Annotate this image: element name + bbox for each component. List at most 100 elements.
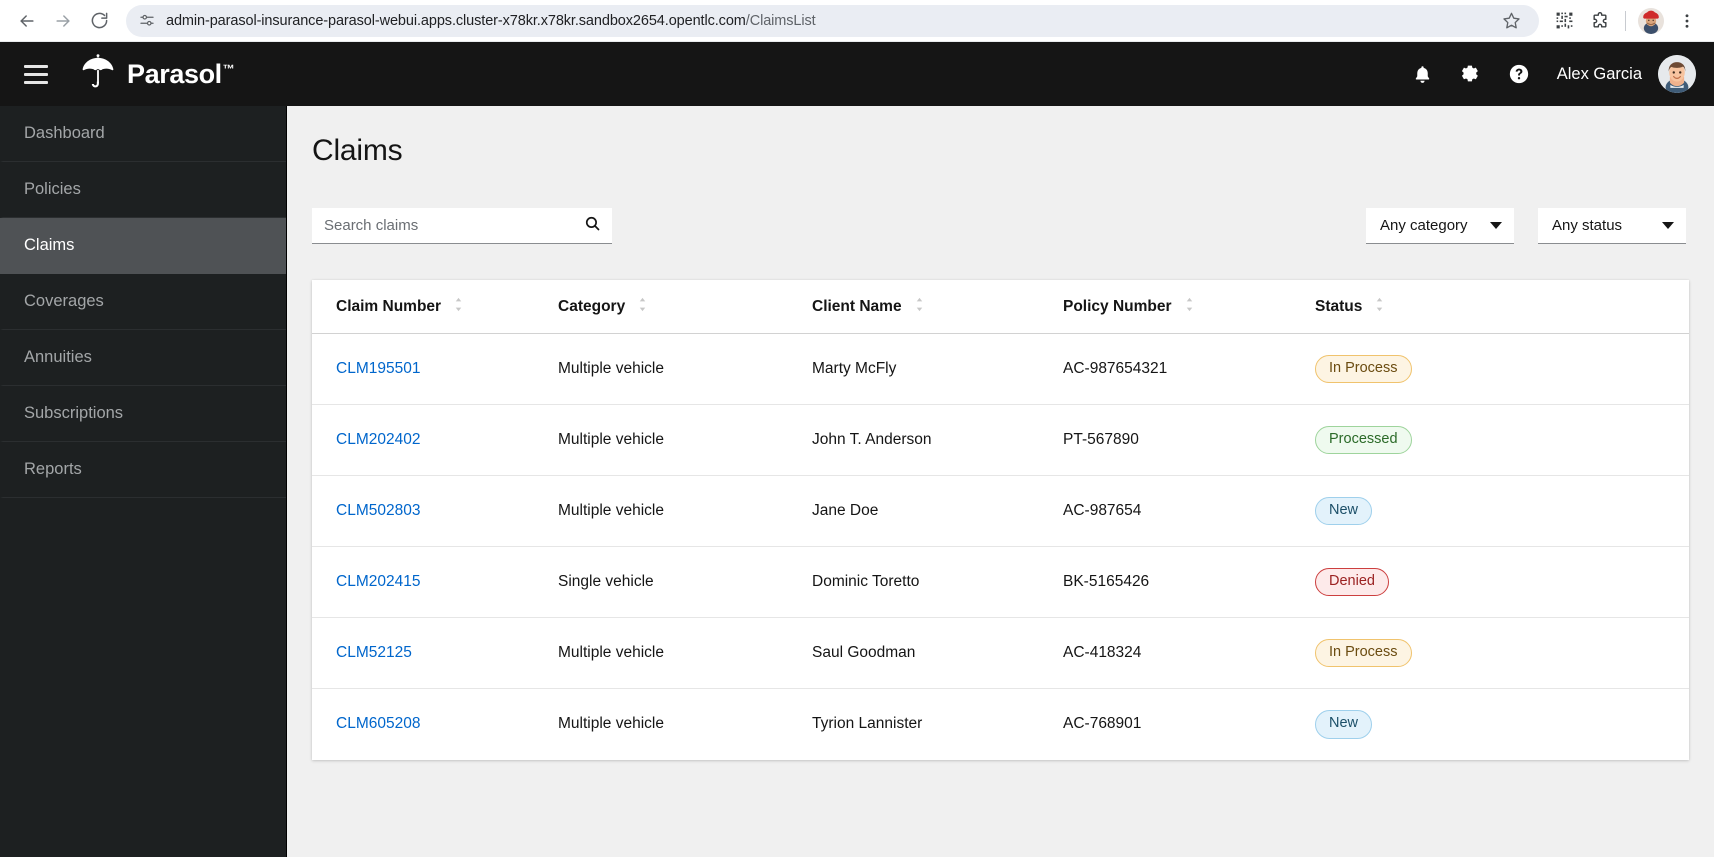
search-input[interactable] (324, 217, 584, 234)
cell-policy-number: PT-567890 (1063, 404, 1315, 476)
status-badge: In Process (1315, 638, 1412, 668)
sort-icon[interactable] (453, 297, 464, 317)
app-header: Parasol™ Alex Garcia (0, 42, 1714, 106)
browser-back-button[interactable] (10, 4, 44, 38)
column-header-label: Claim Number (336, 298, 442, 315)
claim-number-link[interactable]: CLM605208 (336, 715, 420, 732)
browser-toolbar: admin-parasol-insurance-parasol-webui.ap… (0, 0, 1714, 42)
site-settings-icon[interactable] (138, 12, 156, 30)
cell-policy-number: AC-418324 (1063, 617, 1315, 689)
column-header-client-name[interactable]: Client Name (812, 280, 1063, 334)
sidebar-item-claims[interactable]: Claims (0, 218, 286, 274)
claim-number-link[interactable]: CLM202415 (336, 573, 420, 590)
sidebar-item-subscriptions[interactable]: Subscriptions (0, 386, 286, 442)
browser-forward-button[interactable] (46, 4, 80, 38)
cell-client-name: Tyrion Lannister (812, 715, 923, 733)
claim-number-link[interactable]: CLM52125 (336, 644, 412, 661)
cell-category: Multiple vehicle (558, 715, 664, 733)
search-icon[interactable] (584, 215, 601, 237)
user-name[interactable]: Alex Garcia (1557, 65, 1642, 84)
sort-icon[interactable] (914, 297, 925, 317)
help-circle-icon[interactable] (1495, 50, 1543, 98)
sidebar-item-label: Policies (24, 180, 81, 198)
sidebar-item-label: Annuities (24, 348, 92, 366)
three-dot-menu-icon[interactable] (1670, 4, 1704, 38)
category-filter-dropdown[interactable]: Any category (1366, 208, 1514, 244)
hamburger-menu-icon[interactable] (14, 52, 58, 96)
qr-code-icon[interactable] (1547, 4, 1581, 38)
column-header-policy-number[interactable]: Policy Number (1063, 280, 1315, 334)
cell-category: Multiple vehicle (558, 333, 812, 405)
cell-claim-number: CLM502803 (312, 475, 558, 547)
user-avatar-icon[interactable] (1658, 55, 1696, 93)
table-row[interactable]: CLM502803 Multiple vehicle Jane Doe AC-9876… (312, 475, 1689, 547)
url-text: admin-parasol-insurance-parasol-webui.ap… (166, 13, 816, 29)
sidebar-item-label: Reports (24, 460, 82, 478)
sort-icon[interactable] (637, 297, 648, 317)
cell-status: New (1315, 475, 1689, 547)
status-badge: New (1315, 709, 1373, 739)
cell-client-name: Dominic Toretto (812, 546, 1063, 618)
status-filter-dropdown[interactable]: Any status (1538, 208, 1686, 244)
table-row[interactable]: CLM195501 Multiple vehicle Marty McFly AC-9… (312, 333, 1689, 405)
claims-toolbar: Any category Any status (287, 168, 1714, 244)
page-title: Claims (312, 134, 403, 167)
column-header-category[interactable]: Category (558, 280, 812, 334)
address-bar[interactable]: admin-parasol-insurance-parasol-webui.ap… (126, 4, 1539, 37)
cell-claim-number: CLM202402 (312, 404, 558, 476)
cell-category: Single vehicle (558, 546, 812, 618)
category-filter-label: Any category (1380, 217, 1468, 234)
url-host: admin-parasol-insurance-parasol-webui.ap… (166, 12, 746, 29)
column-header-label: Policy Number (1063, 298, 1172, 315)
sidebar-item-reports[interactable]: Reports (0, 442, 286, 498)
sort-icon[interactable] (1184, 297, 1195, 317)
sidebar-item-dashboard[interactable]: Dashboard (0, 106, 286, 162)
sort-icon[interactable] (1374, 297, 1385, 317)
cell-claim-number: CLM52125 (312, 617, 558, 689)
bell-icon[interactable] (1399, 50, 1447, 98)
umbrella-logo-icon (78, 52, 118, 97)
cell-category: Multiple vehicle (558, 404, 812, 476)
table-row[interactable]: CLM202402 Multiple vehicle John T. Anderso… (312, 404, 1689, 476)
cell-policy-number: AC-987654321 (1063, 333, 1315, 405)
sidebar-item-coverages[interactable]: Coverages (0, 274, 286, 330)
puzzle-extensions-icon[interactable] (1583, 4, 1617, 38)
toolbar-divider (1625, 10, 1626, 31)
claim-number-link[interactable]: CLM502803 (336, 502, 420, 519)
sidebar-item-annuities[interactable]: Annuities (0, 330, 286, 386)
column-header-status[interactable]: Status (1315, 280, 1689, 334)
cell-policy-number: AC-987654 (1063, 475, 1315, 547)
cell-client-name: Marty McFly (812, 333, 1063, 405)
claim-number-link[interactable]: CLM202402 (336, 431, 420, 448)
status-badge: Processed (1315, 425, 1412, 455)
table-row[interactable]: CLM202415 Single vehicle Dominic Toretto BK… (312, 546, 1689, 618)
cell-client-name: Saul Goodman (812, 617, 1063, 689)
main-content: Claims Any category Any status (287, 106, 1714, 857)
cell-category: Multiple vehicle (558, 617, 812, 689)
brand-logo[interactable]: Parasol™ (78, 52, 235, 97)
column-header-label: Status (1315, 298, 1363, 315)
profile-avatar-icon[interactable] (1634, 4, 1668, 38)
trademark-symbol: ™ (222, 61, 235, 76)
cell-client-name: John T. Anderson (812, 404, 1063, 476)
cell-claim-number: CLM202415 (312, 546, 558, 618)
cell-policy-number: BK-5165426 (1063, 546, 1315, 618)
search-claims-field[interactable] (312, 208, 612, 244)
gear-icon[interactable] (1447, 50, 1495, 98)
cell-status: Processed (1315, 404, 1689, 476)
star-icon[interactable] (1497, 7, 1525, 35)
table-row[interactable]: CLM605208 Multiple vehicle Tyrion Lanniste… (312, 689, 1689, 760)
table-row[interactable]: CLM52125 Multiple vehicle Saul Goodman AC-4… (312, 617, 1689, 689)
status-badge: In Process (1315, 354, 1412, 384)
column-header-label: Category (558, 298, 626, 315)
browser-reload-button[interactable] (82, 4, 116, 38)
cell-status: In Process (1315, 617, 1689, 689)
sidebar-item-label: Coverages (24, 292, 104, 310)
column-header-claim-number[interactable]: Claim Number (312, 280, 558, 334)
claim-number-link[interactable]: CLM195501 (336, 360, 420, 377)
sidebar-item-policies[interactable]: Policies (0, 162, 286, 218)
cell-status: New (1315, 689, 1689, 760)
sidebar-item-label: Claims (24, 236, 75, 254)
status-badge: New (1315, 496, 1373, 526)
status-filter-label: Any status (1552, 217, 1623, 234)
